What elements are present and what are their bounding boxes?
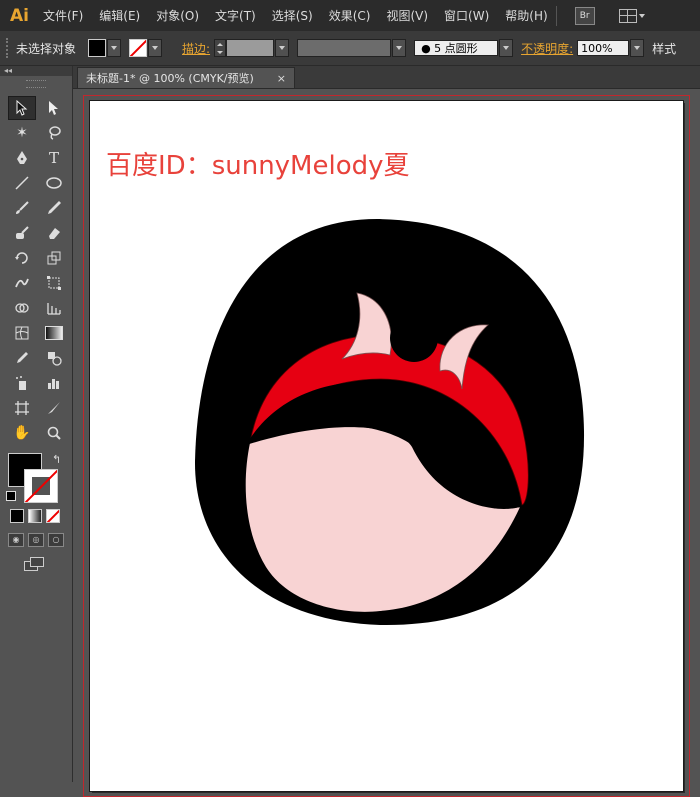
stroke-weight-input[interactable] bbox=[226, 39, 275, 57]
type-tool-icon[interactable]: T bbox=[40, 146, 68, 170]
drawing-modes: ◉ ◎ ○ bbox=[8, 533, 72, 547]
brush-dropdown[interactable] bbox=[499, 39, 514, 57]
menu-file[interactable]: 文件(F) bbox=[43, 7, 83, 24]
opacity-label[interactable]: 不透明度: bbox=[521, 40, 573, 57]
chevron-down-icon bbox=[638, 13, 645, 18]
draw-inside-icon[interactable]: ○ bbox=[48, 533, 64, 547]
free-transform-tool-icon[interactable] bbox=[40, 271, 68, 295]
column-graph-tool-icon[interactable] bbox=[40, 371, 68, 395]
stroke-dropdown[interactable] bbox=[148, 39, 163, 57]
gradient-mode-button[interactable] bbox=[28, 509, 42, 523]
symbol-sprayer-tool-icon[interactable] bbox=[8, 371, 36, 395]
chevron-down-icon bbox=[634, 46, 641, 50]
artboard-tool-icon[interactable] bbox=[8, 396, 36, 420]
color-mode-button[interactable] bbox=[10, 509, 24, 523]
lasso-tool-icon[interactable] bbox=[40, 121, 68, 145]
direct-selection-tool-icon[interactable] bbox=[40, 96, 68, 120]
scale-tool-icon[interactable] bbox=[40, 246, 68, 270]
eraser-tool-icon[interactable] bbox=[40, 221, 68, 245]
opacity-input[interactable]: 100% bbox=[577, 40, 630, 56]
draw-behind-icon[interactable]: ◎ bbox=[28, 533, 44, 547]
panel-grip[interactable] bbox=[6, 38, 12, 58]
menu-window[interactable]: 窗口(W) bbox=[444, 7, 489, 24]
gradient-tool-icon[interactable] bbox=[40, 321, 68, 345]
document-tab-bar: 未标题-1* @ 100% (CMYK/预览) × bbox=[73, 66, 700, 89]
brush-definition[interactable]: ● 5 点圆形 bbox=[414, 40, 499, 56]
chevron-down-icon bbox=[279, 46, 286, 50]
pen-tool-icon[interactable] bbox=[8, 146, 36, 170]
paintbrush-tool-icon[interactable] bbox=[8, 196, 36, 220]
menu-type[interactable]: 文字(T) bbox=[215, 7, 256, 24]
line-tool-icon[interactable] bbox=[8, 171, 36, 195]
control-bar: 未选择对象 描边: ● 5 点圆形 不透明度: 100% 样式 bbox=[0, 31, 700, 66]
artboard[interactable]: 百度ID：sunnyMelody夏 bbox=[90, 101, 683, 791]
canvas-area[interactable]: 百度ID：sunnyMelody夏 bbox=[73, 89, 700, 797]
document-tab[interactable]: 未标题-1* @ 100% (CMYK/预览) × bbox=[77, 67, 295, 88]
chevron-down-icon bbox=[396, 46, 403, 50]
profile-dropdown[interactable] bbox=[392, 39, 407, 57]
stroke-weight-stepper[interactable] bbox=[214, 39, 227, 57]
color-mode-row bbox=[10, 509, 72, 523]
close-icon[interactable]: × bbox=[277, 72, 286, 85]
rotate-tool-icon[interactable] bbox=[8, 246, 36, 270]
selection-status: 未选择对象 bbox=[16, 41, 77, 56]
style-label[interactable]: 样式 bbox=[652, 40, 676, 57]
stroke-swatch[interactable] bbox=[129, 39, 148, 57]
document-tab-title: 未标题-1* @ 100% (CMYK/预览) bbox=[86, 72, 254, 85]
stroke-label[interactable]: 描边: bbox=[182, 40, 210, 57]
swap-fill-stroke-icon[interactable]: ↰ bbox=[52, 453, 61, 466]
menu-object[interactable]: 对象(O) bbox=[156, 7, 199, 24]
menu-select[interactable]: 选择(S) bbox=[272, 7, 313, 24]
stroke-color-control[interactable] bbox=[129, 39, 163, 57]
tools-panel: ◂◂ ✶ T ✋ ↰ ◉ ◎ ○ bbox=[0, 66, 73, 782]
hand-tool-icon[interactable]: ✋ bbox=[8, 421, 36, 445]
menu-view[interactable]: 视图(V) bbox=[386, 7, 428, 24]
fill-dropdown[interactable] bbox=[107, 39, 122, 57]
workspace-switcher[interactable] bbox=[618, 8, 645, 23]
menu-bar: Ai 文件(F) 编辑(E) 对象(O) 文字(T) 选择(S) 效果(C) 视… bbox=[0, 0, 700, 31]
warp-tool-icon[interactable] bbox=[8, 271, 36, 295]
pencil-tool-icon[interactable] bbox=[40, 196, 68, 220]
menu-help[interactable]: 帮助(H) bbox=[505, 7, 547, 24]
mesh-tool-icon[interactable] bbox=[8, 321, 36, 345]
variable-width-profile[interactable] bbox=[297, 39, 392, 57]
blend-tool-icon[interactable] bbox=[40, 346, 68, 370]
chevron-down-icon bbox=[503, 46, 510, 50]
shape-builder-tool-icon[interactable] bbox=[8, 296, 36, 320]
default-fill-stroke-icon[interactable] bbox=[6, 491, 16, 501]
chevron-down-icon bbox=[152, 46, 159, 50]
zoom-tool-icon[interactable] bbox=[40, 421, 68, 445]
draw-normal-icon[interactable]: ◉ bbox=[8, 533, 24, 547]
perspective-grid-tool-icon[interactable] bbox=[40, 296, 68, 320]
workspace-grid-icon bbox=[618, 8, 637, 23]
bridge-button[interactable]: Br bbox=[574, 6, 595, 25]
eyedropper-tool-icon[interactable] bbox=[8, 346, 36, 370]
ellipse-tool-icon[interactable] bbox=[40, 171, 68, 195]
menu-edit[interactable]: 编辑(E) bbox=[99, 7, 140, 24]
stroke-weight-dropdown[interactable] bbox=[275, 39, 290, 57]
fill-swatch[interactable] bbox=[88, 39, 107, 57]
toolbox-collapse[interactable]: ◂◂ bbox=[0, 66, 72, 76]
none-mode-button[interactable] bbox=[46, 509, 60, 523]
menu-effect[interactable]: 效果(C) bbox=[329, 7, 371, 24]
app-logo: Ai bbox=[10, 5, 29, 26]
fill-color-control[interactable] bbox=[88, 39, 122, 57]
slice-tool-icon[interactable] bbox=[40, 396, 68, 420]
bow-knot bbox=[390, 314, 438, 362]
screen-mode-icon[interactable] bbox=[24, 557, 44, 571]
menu-separator bbox=[555, 5, 557, 26]
fill-stroke-controls: ↰ bbox=[6, 453, 66, 503]
chevron-down-icon bbox=[111, 46, 118, 50]
opacity-dropdown[interactable] bbox=[630, 39, 645, 57]
selection-tool-icon[interactable] bbox=[8, 96, 36, 120]
blob-brush-tool-icon[interactable] bbox=[8, 221, 36, 245]
stroke-color-box[interactable] bbox=[24, 469, 58, 503]
toolbox-grip[interactable] bbox=[26, 80, 46, 88]
magic-wand-tool-icon[interactable]: ✶ bbox=[8, 121, 36, 145]
cartoon-head-artwork[interactable] bbox=[90, 101, 683, 791]
